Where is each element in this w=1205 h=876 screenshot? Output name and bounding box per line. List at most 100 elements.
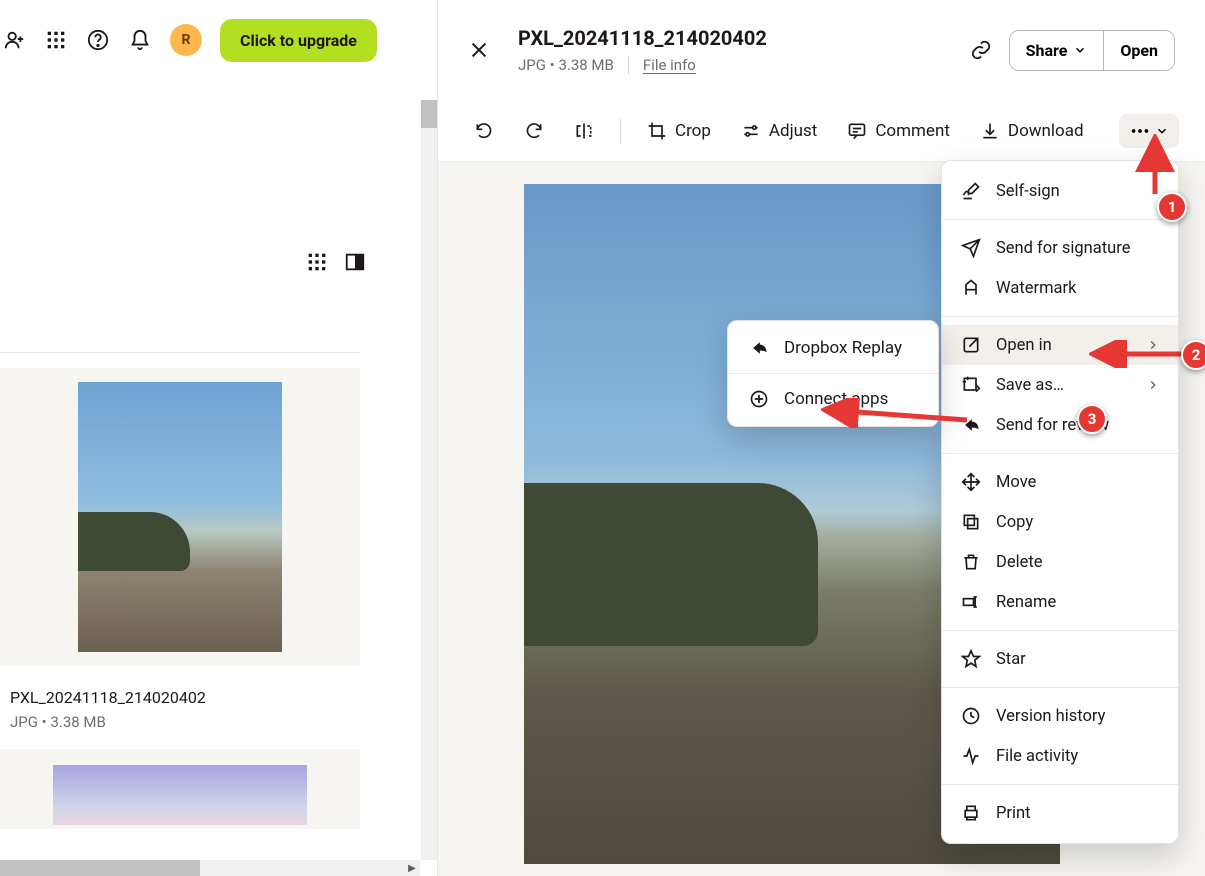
file-card[interactable] — [0, 368, 360, 666]
help-icon[interactable] — [86, 28, 110, 52]
open-button[interactable]: Open — [1103, 31, 1174, 70]
annotation-badge-3: 3 — [1077, 404, 1107, 434]
divider — [728, 373, 938, 374]
bell-icon[interactable] — [128, 28, 152, 52]
menu-file-activity[interactable]: File activity — [942, 736, 1178, 776]
divider — [942, 316, 1178, 317]
print-icon — [960, 802, 982, 824]
invite-person-icon[interactable] — [2, 28, 26, 52]
download-button[interactable]: Download — [970, 115, 1094, 147]
menu-watermark[interactable]: Watermark — [942, 268, 1178, 308]
submenu-label: Dropbox Replay — [784, 338, 902, 358]
menu-save-as[interactable]: Save as… — [942, 365, 1178, 405]
thumbnail — [53, 765, 307, 825]
chevron-right-icon — [1146, 338, 1160, 352]
comment-icon — [847, 121, 867, 141]
comment-button[interactable]: Comment — [837, 115, 960, 147]
sliders-icon — [741, 121, 761, 141]
menu-label: Open in — [996, 336, 1052, 355]
menu-label: Delete — [996, 553, 1043, 572]
preview-pane: PXL_20241118_214020402 JPG • 3.38 MB Fil… — [438, 0, 1205, 876]
crop-label: Crop — [675, 121, 711, 141]
rotate-left-icon[interactable] — [464, 115, 504, 147]
menu-label: Move — [996, 473, 1036, 492]
toolbar: Crop Adjust Comment Download — [438, 100, 1205, 162]
share-label: Share — [1026, 41, 1068, 60]
avatar[interactable]: R — [170, 24, 202, 56]
share-button[interactable]: Share — [1010, 31, 1104, 70]
menu-label: Print — [996, 804, 1031, 823]
divider — [0, 352, 360, 353]
trash-icon — [960, 551, 982, 573]
more-actions-button[interactable] — [1119, 114, 1179, 148]
scrollbar-thumb[interactable] — [421, 100, 437, 128]
panel-view-icon[interactable] — [343, 250, 367, 274]
scrollbar-thumb[interactable] — [0, 860, 200, 876]
adjust-label: Adjust — [769, 121, 817, 141]
menu-open-in[interactable]: Open in — [942, 325, 1178, 365]
annotation-badge-2: 2 — [1181, 340, 1205, 370]
file-card[interactable] — [0, 749, 360, 829]
download-icon — [980, 121, 1000, 141]
crop-button[interactable]: Crop — [637, 115, 721, 147]
copy-link-icon[interactable] — [969, 38, 993, 62]
ellipsis-icon — [1129, 120, 1151, 142]
menu-label: Copy — [996, 513, 1033, 532]
grid-view-icon[interactable] — [305, 250, 329, 274]
share-button-group: Share Open — [1009, 30, 1175, 71]
submenu-dropbox-replay[interactable]: Dropbox Replay — [728, 325, 938, 371]
separator — [620, 118, 621, 144]
thumbnail — [78, 382, 282, 652]
menu-label: Send for signature — [996, 239, 1130, 258]
left-pane: R Click to upgrade PXL_20241118_21402040… — [0, 0, 438, 876]
adjust-button[interactable]: Adjust — [731, 115, 827, 147]
preview-meta: JPG • 3.38 MB File info — [518, 56, 947, 74]
app-root: R Click to upgrade PXL_20241118_21402040… — [0, 0, 1205, 876]
preview-header: PXL_20241118_214020402 JPG • 3.38 MB Fil… — [438, 0, 1205, 100]
menu-rename[interactable]: Rename — [942, 582, 1178, 622]
scroll-right-arrow[interactable]: ▶ — [404, 860, 420, 876]
menu-send-review[interactable]: Send for review — [942, 405, 1178, 445]
file-name: PXL_20241118_214020402 — [10, 688, 350, 707]
comment-label: Comment — [875, 121, 950, 141]
more-actions-menu: Self-sign Send for signature Watermark O… — [941, 160, 1179, 844]
history-icon — [960, 705, 982, 727]
sign-icon — [960, 180, 982, 202]
menu-print[interactable]: Print — [942, 793, 1178, 833]
separator — [628, 56, 629, 74]
flip-icon[interactable] — [564, 115, 604, 147]
menu-label: Star — [996, 650, 1026, 669]
download-label: Download — [1008, 121, 1084, 141]
review-icon — [960, 414, 982, 436]
chevron-down-icon — [1155, 124, 1169, 138]
watermark-icon — [960, 277, 982, 299]
vertical-scrollbar[interactable] — [421, 100, 437, 860]
menu-send-signature[interactable]: Send for signature — [942, 228, 1178, 268]
menu-move[interactable]: Move — [942, 462, 1178, 502]
upgrade-button[interactable]: Click to upgrade — [220, 19, 377, 62]
file-info-link[interactable]: File info — [643, 56, 696, 74]
menu-star[interactable]: Star — [942, 639, 1178, 679]
menu-label: File activity — [996, 747, 1078, 766]
close-icon[interactable] — [468, 39, 496, 61]
copy-icon — [960, 511, 982, 533]
divider — [942, 630, 1178, 631]
divider — [942, 219, 1178, 220]
submenu-label: Connect apps — [784, 389, 888, 409]
apps-grid-icon[interactable] — [44, 28, 68, 52]
annotation-badge-1: 1 — [1157, 192, 1187, 222]
menu-copy[interactable]: Copy — [942, 502, 1178, 542]
file-list: PXL_20241118_214020402 JPG • 3.38 MB — [0, 368, 360, 829]
rename-icon — [960, 591, 982, 613]
menu-delete[interactable]: Delete — [942, 542, 1178, 582]
file-meta: JPG • 3.38 MB — [10, 713, 350, 731]
menu-label: Save as… — [996, 376, 1064, 395]
rotate-right-icon[interactable] — [514, 115, 554, 147]
horizontal-scrollbar[interactable]: ▶ — [0, 860, 420, 876]
menu-self-sign[interactable]: Self-sign — [942, 171, 1178, 211]
menu-label: Version history — [996, 707, 1105, 726]
top-toolbar: R Click to upgrade — [0, 0, 437, 80]
header-actions: Share Open — [969, 30, 1175, 71]
submenu-connect-apps[interactable]: Connect apps — [728, 376, 938, 422]
menu-version-history[interactable]: Version history — [942, 696, 1178, 736]
